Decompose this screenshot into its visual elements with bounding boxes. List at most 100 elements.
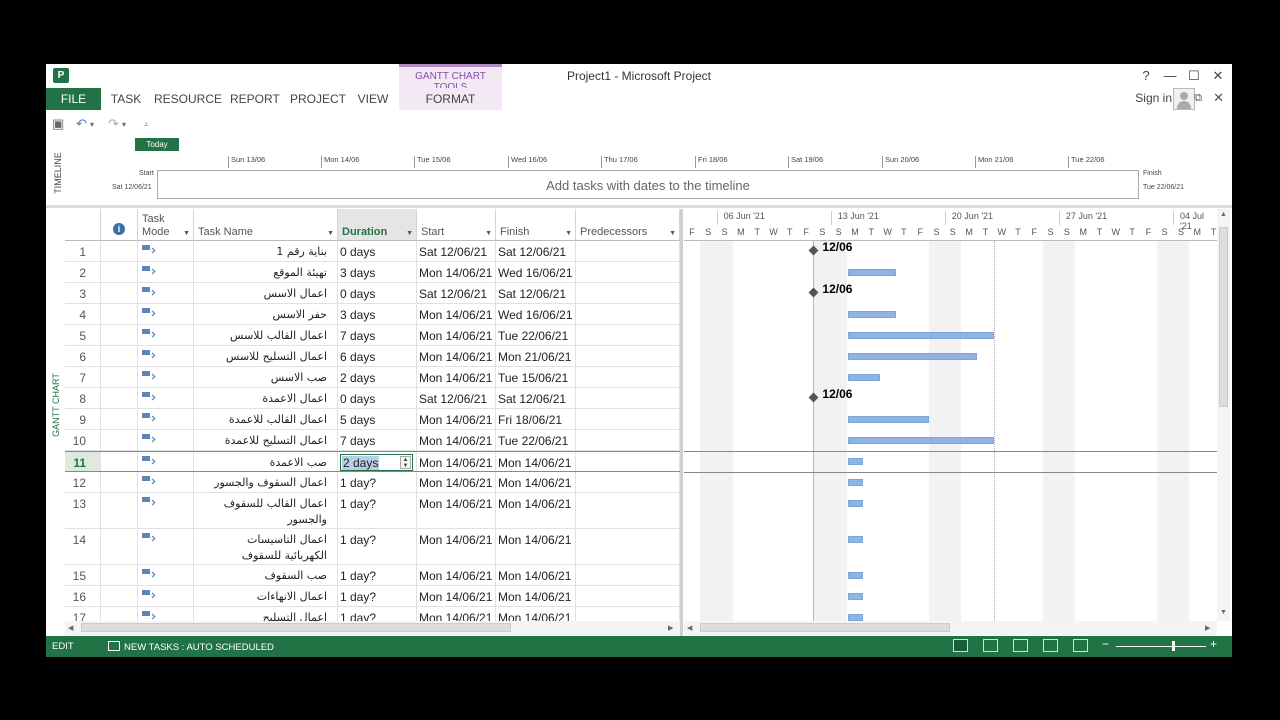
duration-cell[interactable]: 0 days — [338, 283, 417, 303]
zoom-in-icon[interactable]: + — [1210, 637, 1217, 651]
indicator-cell[interactable] — [101, 304, 138, 324]
predecessors-cell[interactable] — [576, 325, 680, 345]
task-name-cell[interactable]: اعمال التسليح — [194, 607, 338, 621]
tab-resource[interactable]: RESOURCE — [154, 88, 222, 110]
finish-cell[interactable]: Mon 14/06/21 — [496, 493, 576, 528]
finish-cell[interactable]: Mon 14/06/21 — [496, 607, 576, 621]
start-cell[interactable]: Mon 14/06/21 — [417, 262, 496, 282]
scroll-left-icon[interactable]: ◀ — [68, 624, 73, 632]
task-bar[interactable] — [848, 269, 896, 276]
indicator-cell[interactable] — [101, 262, 138, 282]
indicator-cell[interactable] — [101, 409, 138, 429]
indicator-cell[interactable] — [101, 472, 138, 492]
indicator-cell[interactable] — [101, 565, 138, 585]
task-bar[interactable] — [848, 479, 864, 486]
predecessors-cell[interactable] — [576, 529, 680, 564]
predecessors-cell[interactable] — [576, 367, 680, 387]
minimize-button[interactable]: — — [1160, 67, 1180, 85]
sign-in-link[interactable]: Sign in — [1135, 91, 1172, 105]
table-row[interactable]: 2 تهيئة الموقع 3 days Mon 14/06/21 Wed 16/06… — [65, 262, 680, 283]
task-name-cell[interactable]: اعمال الاسس — [194, 283, 338, 303]
chevron-down-icon[interactable]: ▼ — [406, 230, 413, 237]
task-bar[interactable] — [848, 353, 978, 360]
finish-cell[interactable]: Sat 12/06/21 — [496, 241, 576, 261]
finish-cell[interactable]: Sat 12/06/21 — [496, 388, 576, 408]
task-mode-header[interactable]: Task Mode ▼ — [138, 209, 194, 241]
start-cell[interactable]: Mon 14/06/21 — [417, 409, 496, 429]
table-row[interactable]: 8 اعمال الاعمدة 0 days Sat 12/06/21 Sat 12/0… — [65, 388, 680, 409]
start-cell[interactable]: Mon 14/06/21 — [417, 493, 496, 528]
scroll-thumb[interactable] — [1219, 227, 1228, 407]
scroll-right-icon[interactable]: ▶ — [668, 624, 673, 632]
duration-cell[interactable]: 1 day? — [338, 586, 417, 606]
chevron-down-icon[interactable]: ▼ — [327, 230, 334, 237]
table-row[interactable]: 17 اعمال التسليح 1 day? Mon 14/06/21 Mon 14/… — [65, 607, 680, 621]
table-row[interactable]: 1 بناية رقم 1 0 days Sat 12/06/21 Sat 12/06/… — [65, 241, 680, 262]
duration-cell[interactable]: 1 day? — [338, 607, 417, 621]
task-mode-cell[interactable] — [138, 325, 194, 345]
task-bar[interactable] — [848, 572, 864, 579]
start-cell[interactable]: Mon 14/06/21 — [417, 346, 496, 366]
gantt-view-icon[interactable] — [953, 639, 968, 652]
row-id-cell[interactable]: 17 — [65, 607, 101, 621]
start-cell[interactable]: Mon 14/06/21 — [417, 529, 496, 564]
task-name-cell[interactable]: اعمال القالب للاعمدة — [194, 409, 338, 429]
predecessors-cell[interactable] — [576, 565, 680, 585]
duration-cell[interactable]: 3 days — [338, 304, 417, 324]
row-id-cell[interactable]: 14 — [65, 529, 101, 564]
pane-divider[interactable] — [46, 205, 1232, 208]
start-header[interactable]: Start ▼ — [417, 209, 496, 241]
task-name-cell[interactable]: اعمال السقوف والجسور — [194, 472, 338, 492]
task-bar[interactable] — [848, 311, 896, 318]
finish-cell[interactable]: Mon 14/06/21 — [496, 565, 576, 585]
start-cell[interactable]: Mon 14/06/21 — [417, 430, 496, 450]
row-id-cell[interactable]: 3 — [65, 283, 101, 303]
undo-dropdown-icon[interactable]: ▾ — [90, 120, 94, 129]
task-bar[interactable] — [848, 536, 864, 543]
task-mode-cell[interactable] — [138, 586, 194, 606]
redo-icon[interactable]: ↷ — [108, 116, 119, 132]
task-name-header[interactable]: Task Name ▼ — [194, 209, 338, 241]
task-mode-cell[interactable] — [138, 388, 194, 408]
duration-cell[interactable]: 0 days — [338, 388, 417, 408]
row-id-cell[interactable]: 8 — [65, 388, 101, 408]
duration-cell[interactable]: 3 days — [338, 262, 417, 282]
predecessors-header[interactable]: Predecessors ▼ — [576, 209, 680, 241]
task-bar[interactable] — [848, 437, 994, 444]
zoom-slider[interactable]: − + — [1102, 637, 1222, 653]
task-mode-cell[interactable] — [138, 529, 194, 564]
finish-cell[interactable]: Mon 21/06/21 — [496, 346, 576, 366]
duration-editor[interactable]: 2 days ▲ ▼ — [340, 454, 413, 471]
indicator-cell[interactable] — [101, 325, 138, 345]
table-row[interactable]: 14 اعمال التاسيسات الكهربائية للسقوف 1 day… — [65, 529, 680, 565]
task-name-cell[interactable]: صب الاعمدة — [194, 452, 338, 471]
finish-cell[interactable]: Mon 14/06/21 — [496, 586, 576, 606]
duration-cell[interactable]: 7 days — [338, 325, 417, 345]
report-view-icon[interactable] — [1073, 639, 1088, 652]
indicator-cell[interactable] — [101, 346, 138, 366]
scroll-up-icon[interactable]: ▲ — [1220, 211, 1227, 218]
task-mode-cell[interactable] — [138, 367, 194, 387]
finish-cell[interactable]: Mon 14/06/21 — [496, 529, 576, 564]
close-document-icon[interactable]: ✕ — [1213, 90, 1224, 106]
tab-report[interactable]: REPORT — [230, 88, 280, 110]
start-cell[interactable]: Mon 14/06/21 — [417, 452, 496, 471]
row-id-cell[interactable]: 2 — [65, 262, 101, 282]
row-id-cell[interactable]: 15 — [65, 565, 101, 585]
row-id-cell[interactable]: 11 — [65, 452, 101, 471]
duration-spinner[interactable]: ▲ ▼ — [400, 456, 411, 469]
table-row[interactable]: 11 صب الاعمدة 2 days ▲ ▼ Mon 14/06/21 Mon 14/0… — [65, 451, 680, 472]
tab-task[interactable]: TASK — [108, 88, 144, 110]
tab-project[interactable]: PROJECT — [290, 88, 346, 110]
indicator-cell[interactable] — [101, 586, 138, 606]
task-name-cell[interactable]: تهيئة الموقع — [194, 262, 338, 282]
predecessors-cell[interactable] — [576, 409, 680, 429]
predecessors-cell[interactable] — [576, 283, 680, 303]
row-id-cell[interactable]: 7 — [65, 367, 101, 387]
select-all-header[interactable] — [65, 209, 101, 241]
task-name-cell[interactable]: اعمال التاسيسات الكهربائية للسقوف — [194, 529, 338, 564]
row-id-cell[interactable]: 9 — [65, 409, 101, 429]
start-cell[interactable]: Sat 12/06/21 — [417, 388, 496, 408]
finish-cell[interactable]: Sat 12/06/21 — [496, 283, 576, 303]
finish-cell[interactable]: Tue 22/06/21 — [496, 325, 576, 345]
